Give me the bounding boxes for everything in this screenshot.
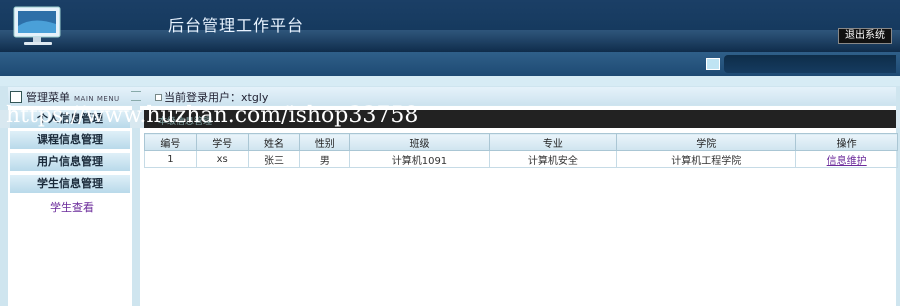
cell-action: 信息维护	[795, 150, 898, 168]
cell-id: 1	[144, 150, 197, 168]
screen-icon	[706, 58, 720, 70]
col-header-gender: 性别	[299, 133, 351, 151]
cell-name: 张三	[247, 150, 301, 168]
table-row: 1 xs 张三 男 计算机1091 计算机安全 计算机工程学院 信息维护	[144, 150, 898, 168]
cell-major: 计算机安全	[488, 150, 618, 168]
watermark-text: https://www.huzhan.com/ishop33758	[6, 103, 419, 128]
logout-button[interactable]: 退出系统	[838, 28, 892, 44]
menu-icon	[10, 91, 22, 103]
monitor-logo-icon	[13, 6, 61, 45]
status-block	[724, 55, 896, 73]
header-swoosh	[0, 30, 900, 52]
spacer-strip	[0, 76, 900, 86]
sidebar-item-users[interactable]: 用户信息管理	[10, 153, 130, 171]
toolbar-strip	[0, 52, 900, 76]
col-header-id: 编号	[144, 133, 197, 151]
sidebar-item-students[interactable]: 学生信息管理	[10, 175, 130, 193]
col-header-action: 操作	[795, 133, 898, 151]
cell-class: 计算机1091	[349, 150, 490, 168]
cell-gender: 男	[299, 150, 351, 168]
student-table: 编号 学号 姓名 性别 班级 专业 学院 操作 1 xs 张三 男 计算机109…	[144, 133, 898, 168]
sidebar-item-course[interactable]: 课程信息管理	[10, 131, 130, 149]
menu-subtitle: MAIN MENU	[74, 95, 120, 103]
sidebar-subitem-view-students[interactable]: 学生查看	[50, 199, 94, 215]
edit-info-link[interactable]: 信息维护	[827, 156, 867, 167]
cell-student-no: xs	[195, 150, 249, 168]
menu-collapse-icon[interactable]	[131, 91, 141, 101]
cell-college: 计算机工程学院	[616, 150, 797, 168]
col-header-college: 学院	[616, 133, 797, 151]
col-header-major: 专业	[488, 133, 618, 151]
col-header-class: 班级	[349, 133, 490, 151]
table-header-row: 编号 学号 姓名 性别 班级 专业 学院 操作	[144, 133, 898, 151]
bullet-icon	[155, 94, 162, 101]
header: 后台管理工作平台 退出系统	[0, 0, 900, 52]
app-title: 后台管理工作平台	[168, 16, 305, 35]
col-header-student-no: 学号	[195, 133, 249, 151]
col-header-name: 姓名	[247, 133, 301, 151]
